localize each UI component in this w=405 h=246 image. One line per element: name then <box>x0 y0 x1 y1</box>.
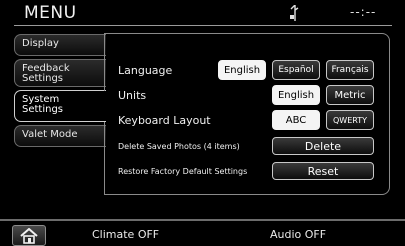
delete-button[interactable]: Delete <box>272 137 374 155</box>
keyboard-layout-label: Keyboard Layout <box>118 114 211 127</box>
tab-label: Feedback Settings <box>22 63 70 84</box>
keyboard-abc-button[interactable]: ABC <box>272 110 320 130</box>
screen: MENU --:-- Display Feedback Settings Sys… <box>0 0 405 246</box>
tab-feedback-settings[interactable]: Feedback Settings <box>14 59 106 87</box>
restore-defaults-label: Restore Factory Default Settings <box>118 167 248 176</box>
top-bar: MENU --:-- <box>0 0 405 28</box>
units-english-button[interactable]: English <box>272 85 320 105</box>
title-divider <box>14 25 392 26</box>
phone-signal-icon <box>290 5 299 21</box>
keyboard-qwerty-button[interactable]: QWERTY <box>326 110 374 130</box>
panel-divider <box>104 122 105 195</box>
status-bar <box>0 223 405 246</box>
climate-status[interactable]: Climate OFF <box>92 228 159 241</box>
footer-divider <box>0 219 405 221</box>
tab-label: System Settings <box>22 94 64 115</box>
tab-valet-mode[interactable]: Valet Mode <box>14 125 106 147</box>
reset-button[interactable]: Reset <box>272 162 374 180</box>
tab-system-settings[interactable]: System Settings <box>14 90 106 122</box>
clock: --:-- <box>350 5 377 19</box>
delete-photos-label: Delete Saved Photos (4 items) <box>118 142 240 151</box>
home-icon <box>20 227 38 244</box>
panel-divider <box>104 33 105 91</box>
language-francais-button[interactable]: Français <box>326 60 374 80</box>
tab-label: Valet Mode <box>22 129 78 140</box>
audio-status[interactable]: Audio OFF <box>270 228 326 241</box>
units-metric-button[interactable]: Metric <box>326 85 374 105</box>
language-label: Language <box>118 64 173 77</box>
page-title: MENU <box>24 3 77 23</box>
tab-label: Display <box>22 38 59 49</box>
units-label: Units <box>118 89 147 102</box>
tab-display[interactable]: Display <box>14 34 106 56</box>
home-button[interactable] <box>12 225 46 246</box>
language-english-button[interactable]: English <box>218 60 266 80</box>
language-espanol-button[interactable]: Español <box>272 60 320 80</box>
